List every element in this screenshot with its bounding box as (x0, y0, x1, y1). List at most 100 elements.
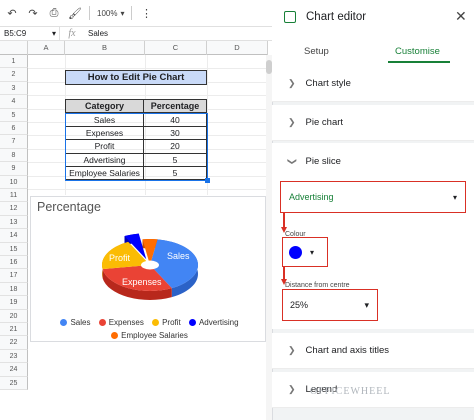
chevron-down-icon: ▾ (310, 247, 315, 257)
formula-input[interactable]: Sales (84, 29, 108, 38)
row-header[interactable]: 10 (0, 175, 28, 189)
row-header[interactable]: 1 (0, 55, 28, 69)
column-header-b[interactable]: B (65, 41, 145, 55)
row-header[interactable]: 20 (0, 309, 28, 323)
slice-select[interactable]: Advertising ▾ (280, 181, 466, 213)
legend-label: Employee Salaries (121, 331, 188, 340)
distance-select[interactable]: 25% ▾ (282, 289, 378, 321)
section-label: Pie slice (305, 155, 341, 167)
section-label: Chart and axis titles (305, 345, 389, 356)
colour-picker[interactable]: ▾ (282, 237, 328, 267)
chart-title[interactable]: Percentage (37, 200, 101, 214)
row-header[interactable]: 3 (0, 81, 28, 96)
row-header[interactable]: 15 (0, 242, 28, 256)
row-header[interactable]: 5 (0, 108, 28, 122)
row-header[interactable]: 14 (0, 229, 28, 243)
column-header-d[interactable]: D (207, 41, 268, 55)
pie-plot[interactable]: Sales Expenses Profit (95, 225, 205, 307)
sheet-title: How to Edit Pie Chart (65, 70, 207, 85)
select-all-corner[interactable] (0, 41, 28, 55)
legend-label: Sales (70, 318, 91, 327)
paint-format-icon[interactable]: 🖌 (68, 6, 82, 20)
row-header[interactable]: 17 (0, 269, 28, 283)
column-header-a[interactable]: A (28, 41, 65, 55)
row-header[interactable]: 21 (0, 323, 28, 337)
row-header[interactable]: 25 (0, 376, 28, 390)
legend-dot (60, 319, 68, 326)
legend-dot (98, 319, 106, 326)
chart-editor-title: Chart editor (306, 11, 367, 23)
legend-item-sales[interactable]: Sales (60, 318, 90, 327)
zoom-value: 100% (97, 8, 118, 18)
row-header[interactable]: 12 (0, 202, 28, 216)
row-header[interactable]: 11 (0, 189, 28, 203)
chevron-down-icon: ▾ (120, 8, 125, 18)
undo-icon[interactable]: ↶ (5, 6, 19, 20)
row-header[interactable]: 7 (0, 135, 28, 149)
redo-icon[interactable]: ↷ (26, 6, 40, 20)
chevron-down-icon: ▾ (364, 299, 369, 310)
tab-setup[interactable]: Setup (304, 46, 329, 57)
chevron-right-icon: ❯ (288, 117, 296, 127)
row-header[interactable]: 19 (0, 296, 28, 310)
tab-customise[interactable]: Customise (395, 46, 440, 57)
legend-dot (188, 319, 196, 326)
fx-icon: fx (68, 28, 76, 39)
row-header[interactable]: 24 (0, 363, 28, 377)
legend-label: Expenses (108, 318, 144, 327)
slice-label-profit: Profit (109, 253, 131, 263)
zoom-select[interactable]: 100% ▾ (97, 9, 124, 18)
slice-label-sales: Sales (167, 251, 190, 261)
legend-dot (152, 319, 160, 326)
chevron-down-icon: ▾ (51, 29, 56, 38)
legend-item-expenses[interactable]: Expenses (98, 318, 144, 327)
section-pie-slice[interactable]: ❯ Pie slice (272, 143, 474, 179)
section-pie-chart[interactable]: ❯ Pie chart (272, 105, 474, 141)
slice-label-expenses: Expenses (122, 277, 162, 287)
legend-item-profit[interactable]: Profit (152, 318, 181, 327)
row-header[interactable]: 23 (0, 349, 28, 364)
formula-bar: B5:C9 ▾ fx Sales (0, 27, 272, 41)
chevron-right-icon: ❯ (288, 78, 296, 88)
section-label: Pie chart (305, 117, 344, 128)
distance-label: Distance from centre (285, 282, 350, 289)
toolbar-divider (131, 6, 133, 20)
print-icon[interactable]: ⎙ (47, 6, 61, 20)
row-header[interactable]: 4 (0, 95, 28, 109)
close-icon[interactable]: ✕ (455, 8, 467, 25)
fill-handle[interactable] (205, 178, 210, 183)
legend-item-salaries[interactable]: Employee Salaries (111, 331, 188, 340)
row-header[interactable]: 2 (0, 68, 28, 82)
row-header[interactable]: 9 (0, 162, 28, 176)
name-box[interactable]: B5:C9 ▾ (0, 27, 60, 40)
chart-legend: Sales Expenses Profit Advertising Employ… (40, 318, 265, 341)
row-header[interactable]: 22 (0, 336, 28, 350)
row-header[interactable]: 13 (0, 215, 28, 230)
selection-range (65, 113, 208, 181)
more-icon[interactable]: ⋮ (139, 6, 153, 20)
slice-select-value: Advertising (289, 192, 334, 202)
section-chart-style[interactable]: ❯ Chart style (272, 66, 474, 102)
column-headers: A B C D (0, 41, 268, 55)
toolbar: ↶ ↷ ⎙ 🖌 100% ▾ ⋮ (0, 0, 272, 27)
chart-icon (284, 11, 296, 23)
header-category[interactable]: Category (65, 98, 144, 114)
watermark-logo: OFFICEWHEEL (310, 386, 391, 397)
gridline (28, 95, 268, 97)
section-chart-axis-titles[interactable]: ❯ Chart and axis titles (272, 333, 474, 369)
legend-item-advertising[interactable]: Advertising (188, 318, 239, 327)
row-header[interactable]: 16 (0, 256, 28, 270)
toolbar-divider (89, 6, 90, 20)
column-header-c[interactable]: C (145, 41, 207, 55)
legend-dot (111, 332, 119, 339)
active-tab-indicator (388, 61, 450, 63)
row-header[interactable]: 6 (0, 122, 28, 136)
legend-label: Profit (162, 318, 181, 327)
row-header[interactable]: 8 (0, 148, 28, 163)
legend-label: Advertising (198, 318, 239, 327)
pie-center-hole (141, 260, 159, 270)
name-box-value: B5:C9 (4, 29, 27, 38)
chevron-right-icon: ❯ (288, 345, 296, 355)
row-header[interactable]: 18 (0, 282, 28, 297)
header-percentage[interactable]: Percentage (143, 98, 207, 114)
